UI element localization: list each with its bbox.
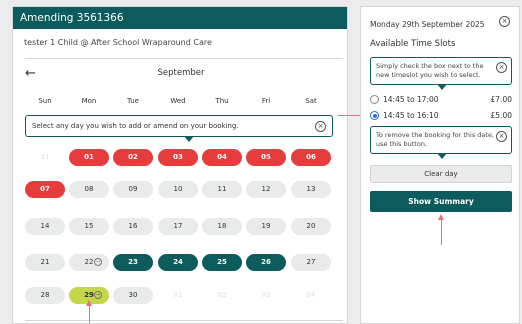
tooltip-text: Simply check the box next to the new tim… [376, 62, 484, 79]
weekday-label: Tue [127, 97, 139, 105]
calendar-day[interactable]: 03 [158, 149, 198, 166]
calendar-day: 02 [217, 291, 227, 299]
day-info-icon[interactable]: → [94, 258, 102, 266]
timeslot-time: 14:45 to 16:10 [383, 111, 439, 120]
timeslot-radio[interactable] [370, 111, 379, 120]
calendar-day[interactable]: 09 [113, 181, 153, 198]
timeslot-panel: Monday 29th September 2025 × Available T… [360, 6, 520, 324]
calendar-day[interactable]: 24 [158, 254, 198, 271]
calendar-day[interactable]: 06 [291, 149, 331, 166]
timeslot-price: £7.00 [490, 95, 512, 104]
day-info-icon[interactable]: → [94, 291, 102, 299]
calendar-day[interactable]: 15 [69, 218, 109, 235]
tooltip-pointer [437, 153, 447, 159]
close-tooltip-icon[interactable]: × [315, 121, 326, 132]
calendar-day[interactable]: 07 [25, 181, 65, 198]
timeslot-option[interactable]: 14:45 to 16:10 £5.00 [370, 109, 512, 123]
timeslot-price: £5.00 [490, 111, 512, 120]
weekday-label: Mon [81, 97, 97, 105]
calendar-day[interactable]: 16 [113, 218, 153, 235]
child-session-label: tester 1 Child @ After School Wraparound… [24, 38, 212, 47]
timeslot-time: 14:45 to 17:00 [383, 95, 439, 104]
timeslots-heading: Available Time Slots [370, 39, 456, 49]
close-tooltip-icon[interactable]: × [496, 131, 507, 142]
calendar-day: 03 [261, 291, 271, 299]
calendar-day[interactable]: 18 [202, 218, 242, 235]
month-label: September [157, 68, 205, 78]
close-panel-icon[interactable]: × [499, 16, 510, 27]
weekday-label: Sat [305, 97, 317, 105]
tooltip-pointer [184, 136, 194, 142]
calendar-day[interactable]: 11 [202, 181, 242, 198]
panel-title: Amending 3561366 [13, 7, 347, 29]
timeslot-radio[interactable] [370, 95, 379, 104]
tooltip-text: Select any day you wish to add or amend … [32, 122, 239, 130]
show-summary-button[interactable]: Show Summary [370, 191, 512, 212]
weekday-label: Wed [170, 97, 186, 105]
calendar-day[interactable]: 17 [158, 218, 198, 235]
calendar-day[interactable]: 13 [291, 181, 331, 198]
month-navigation: ← September [13, 65, 347, 83]
weekday-label: Sun [38, 97, 52, 105]
weekday-label: Fri [261, 97, 271, 105]
calendar-day[interactable]: 12 [246, 181, 286, 198]
calendar-day[interactable]: 04 [202, 149, 242, 166]
calendar-day[interactable]: 10 [158, 181, 198, 198]
calendar-day[interactable]: 27 [291, 254, 331, 271]
timeslot-help-tooltip: Simply check the box next to the new tim… [370, 57, 512, 90]
calendar-day[interactable]: 14 [25, 218, 65, 235]
tooltip-text: To remove the booking for this date, use… [376, 131, 495, 148]
calendar-day[interactable]: 28 [25, 287, 65, 304]
divider [25, 320, 343, 321]
weekday-label: Thu [215, 97, 229, 105]
calendar-day[interactable]: 25 [202, 254, 242, 271]
calendar-day[interactable]: 08 [69, 181, 109, 198]
calendar-day[interactable]: 02 [113, 149, 153, 166]
annotation-arrow-up [438, 214, 444, 245]
calendar-day: 31 [40, 153, 50, 161]
calendar-day: 01 [173, 291, 183, 299]
tooltip-pointer [437, 84, 447, 90]
clear-day-help-tooltip: To remove the booking for this date, use… [370, 126, 512, 159]
calendar-day[interactable]: 19 [246, 218, 286, 235]
calendar-day[interactable]: 05 [246, 149, 286, 166]
annotation-arrow-up [86, 300, 92, 323]
calendar-day[interactable]: 30 [113, 287, 153, 304]
calendar-day[interactable]: 01 [69, 149, 109, 166]
amend-booking-panel: Amending 3561366 tester 1 Child @ After … [12, 6, 348, 324]
timeslot-option[interactable]: 14:45 to 17:00 £7.00 [370, 93, 512, 107]
selected-date: Monday 29th September 2025 [370, 20, 485, 29]
divider [25, 58, 343, 59]
close-tooltip-icon[interactable]: × [496, 62, 507, 73]
calendar-day: 04 [306, 291, 316, 299]
calendar-day[interactable]: 20 [291, 218, 331, 235]
calendar-day[interactable]: 23 [113, 254, 153, 271]
clear-day-button[interactable]: Clear day [370, 165, 512, 183]
calendar-day[interactable]: 22 → [69, 254, 109, 271]
calendar-day[interactable]: 21 [25, 254, 65, 271]
calendar-day[interactable]: 26 [246, 254, 286, 271]
calendar-help-tooltip: Select any day you wish to add or amend … [25, 115, 333, 142]
